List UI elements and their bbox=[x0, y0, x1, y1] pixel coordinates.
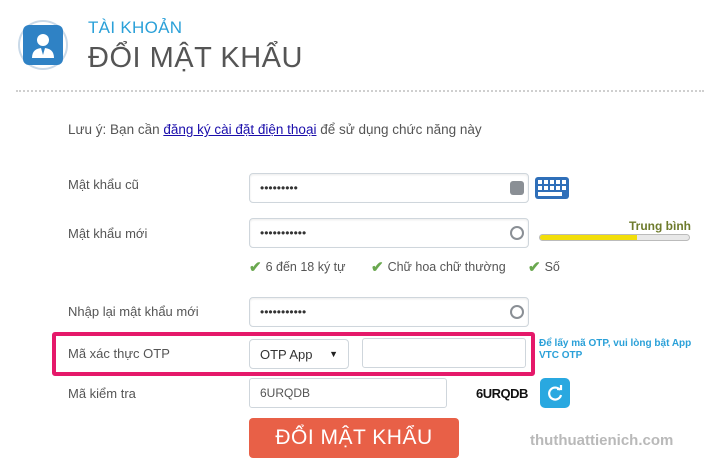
password-reveal-icon[interactable] bbox=[510, 305, 524, 319]
register-phone-link[interactable]: đăng ký cài đặt điện thoại bbox=[163, 122, 316, 137]
rule-case: ✔ Chữ hoa chữ thường bbox=[371, 258, 506, 276]
virtual-keyboard-icon[interactable] bbox=[535, 177, 569, 199]
password-manager-icon[interactable] bbox=[510, 181, 524, 195]
notice-suffix: để sử dụng chức năng này bbox=[316, 122, 482, 137]
change-password-button[interactable]: ĐỔI MẬT KHẨU bbox=[249, 418, 459, 458]
old-password-value: ••••••••• bbox=[260, 181, 298, 195]
otp-method-selected: OTP App bbox=[260, 346, 313, 362]
otp-label: Mã xác thực OTP bbox=[68, 346, 170, 361]
rule-case-text: Chữ hoa chữ thường bbox=[387, 260, 506, 274]
notice-prefix: Lưu ý: Bạn cần bbox=[68, 122, 164, 137]
password-reveal-icon[interactable] bbox=[510, 226, 524, 240]
old-password-label: Mật khẩu cũ bbox=[68, 177, 139, 192]
rule-length: ✔ 6 đến 18 ký tự bbox=[249, 258, 346, 276]
refresh-icon bbox=[548, 385, 563, 401]
password-strength-bar bbox=[539, 234, 690, 241]
check-icon: ✔ bbox=[528, 259, 541, 276]
header-divider bbox=[16, 90, 704, 92]
otp-hint-text: Để lấy mã OTP, vui lòng bật App VTC OTP bbox=[539, 338, 692, 361]
avatar bbox=[18, 20, 68, 70]
rule-length-text: 6 đến 18 ký tự bbox=[265, 260, 346, 274]
page-header: TÀI KHOẢN ĐỔI MẬT KHẨU bbox=[14, 10, 694, 82]
captcha-input[interactable]: 6URQDB bbox=[249, 378, 447, 408]
otp-code-input[interactable] bbox=[362, 338, 526, 368]
dropdown-arrow-icon: ▼ bbox=[329, 349, 338, 359]
confirm-password-value: ••••••••••• bbox=[260, 305, 307, 319]
rule-digit-text: Số bbox=[544, 260, 560, 274]
old-password-field[interactable]: ••••••••• bbox=[249, 173, 529, 203]
new-password-label: Mật khẩu mới bbox=[68, 226, 148, 241]
new-password-field[interactable]: ••••••••••• bbox=[249, 218, 529, 248]
rule-digit: ✔ Số bbox=[528, 258, 560, 276]
check-icon: ✔ bbox=[249, 259, 262, 276]
otp-method-select[interactable]: OTP App ▼ bbox=[249, 339, 349, 369]
notice-text: Lưu ý: Bạn cần đăng ký cài đặt điện thoạ… bbox=[68, 122, 482, 137]
watermark-text: thuthuattienich.com bbox=[530, 432, 674, 449]
confirm-password-label: Nhập lại mật khẩu mới bbox=[68, 304, 199, 319]
password-strength-label: Trung bình bbox=[629, 219, 691, 233]
page-title: ĐỔI MẬT KHẨU bbox=[88, 42, 303, 74]
check-icon: ✔ bbox=[371, 259, 384, 276]
new-password-value: ••••••••••• bbox=[260, 226, 307, 240]
captcha-svg: 6URQDB bbox=[476, 386, 529, 401]
section-label: TÀI KHOẢN bbox=[88, 18, 183, 37]
password-strength-fill bbox=[540, 235, 637, 240]
confirm-password-field[interactable]: ••••••••••• bbox=[249, 297, 529, 327]
captcha-text: 6URQDB bbox=[476, 386, 528, 401]
refresh-captcha-button[interactable] bbox=[540, 378, 570, 408]
captcha-label: Mã kiểm tra bbox=[68, 386, 136, 401]
captcha-image: 6URQDB bbox=[476, 384, 532, 407]
user-avatar-icon bbox=[23, 25, 63, 65]
